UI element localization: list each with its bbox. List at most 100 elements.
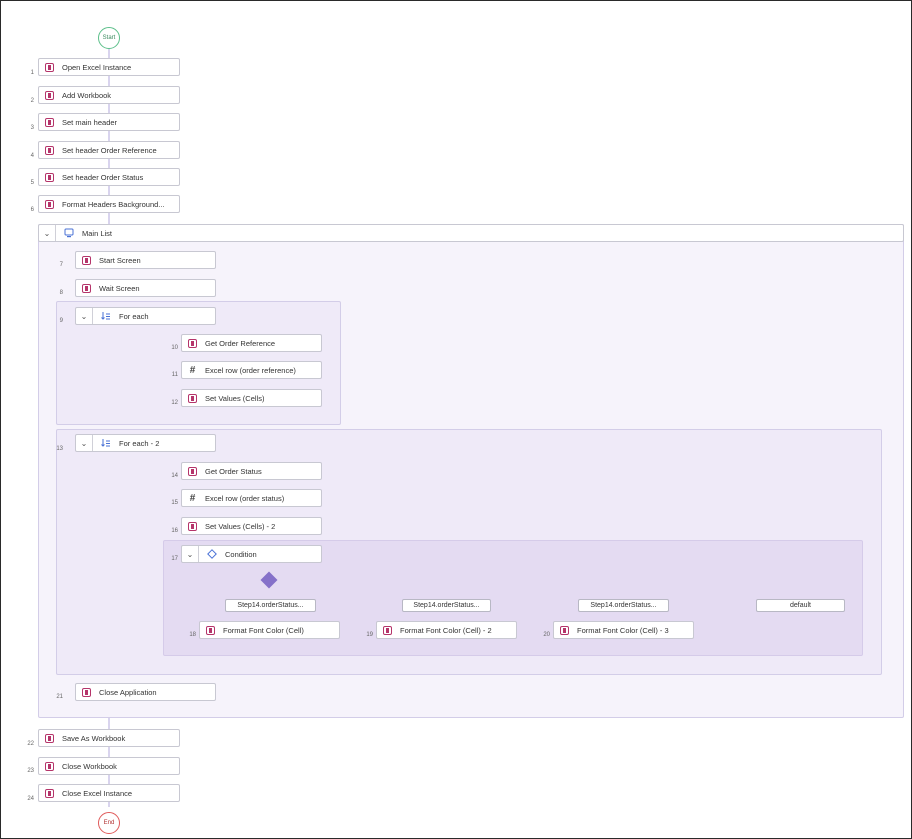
- step-save-as-workbook[interactable]: Save As Workbook: [38, 729, 180, 747]
- step-label: Get Order Status: [205, 466, 262, 476]
- step-number: 4: [30, 153, 34, 159]
- activity-icon: [560, 625, 569, 635]
- step-number: 16: [171, 528, 178, 534]
- step-number: 13: [56, 446, 63, 452]
- step-number: 14: [171, 473, 178, 479]
- step-number: 6: [30, 207, 34, 213]
- step-number: 21: [56, 694, 63, 700]
- step-set-values-cells-2[interactable]: Set Values (Cells) - 2: [181, 517, 322, 535]
- step-number: 10: [171, 345, 178, 351]
- step-start-screen[interactable]: Start Screen: [75, 251, 216, 269]
- step-excel-row-order-status[interactable]: # Excel row (order status): [181, 489, 322, 507]
- activity-icon: [45, 117, 54, 127]
- step-label: Set Values (Cells): [205, 393, 265, 403]
- step-close-workbook[interactable]: Close Workbook: [38, 757, 180, 775]
- group-label: Main List: [82, 228, 113, 238]
- step-label: Set main header: [62, 117, 118, 127]
- chevron-down-icon[interactable]: ⌄: [76, 308, 93, 324]
- activity-icon: [82, 687, 91, 697]
- step-number: 19: [366, 632, 373, 638]
- end-label: End: [103, 820, 115, 826]
- step-number: 18: [189, 632, 196, 638]
- main-list-header[interactable]: ⌄ Main List: [38, 224, 904, 242]
- step-format-font-color-cell[interactable]: Format Font Color (Cell): [199, 621, 340, 639]
- step-set-header-order-reference[interactable]: Set header Order Reference: [38, 141, 180, 159]
- step-label: Format Font Color (Cell): [223, 625, 304, 635]
- for-each-header[interactable]: ⌄ For each: [75, 307, 216, 325]
- step-number: 3: [30, 125, 34, 131]
- step-set-values-cells[interactable]: Set Values (Cells): [181, 389, 322, 407]
- hash-variable-icon: #: [189, 364, 196, 376]
- step-label: Set header Order Status: [62, 172, 144, 182]
- case-label: Step14.orderStatus...: [237, 602, 304, 609]
- activity-icon: [45, 761, 54, 771]
- step-set-main-header[interactable]: Set main header: [38, 113, 180, 131]
- step-label: Format Font Color (Cell) - 2: [400, 625, 492, 635]
- step-label: Excel row (order reference): [205, 365, 296, 375]
- step-label: Close Workbook: [62, 761, 117, 771]
- step-number: 8: [59, 290, 63, 296]
- step-wait-screen[interactable]: Wait Screen: [75, 279, 216, 297]
- step-close-excel-instance[interactable]: Close Excel Instance: [38, 784, 180, 802]
- step-open-excel-instance[interactable]: Open Excel Instance: [38, 58, 180, 76]
- step-number: 1: [30, 70, 34, 76]
- case-label: Step14.orderStatus...: [590, 602, 657, 609]
- for-each-icon: [101, 438, 111, 448]
- step-number: 2: [30, 98, 34, 104]
- activity-icon: [45, 62, 54, 72]
- condition-case-2[interactable]: Step14.orderStatus...: [402, 599, 491, 612]
- step-number: 20: [543, 632, 550, 638]
- condition-case-3[interactable]: Step14.orderStatus...: [578, 599, 669, 612]
- step-format-font-color-cell-2[interactable]: Format Font Color (Cell) - 2: [376, 621, 517, 639]
- step-label: Condition: [225, 549, 257, 559]
- start-label: Start: [102, 35, 116, 41]
- for-each-icon: [101, 311, 111, 321]
- case-label: default: [789, 602, 812, 609]
- activity-icon: [45, 733, 54, 743]
- step-excel-row-order-reference[interactable]: # Excel row (order reference): [181, 361, 322, 379]
- condition-case-1[interactable]: Step14.orderStatus...: [225, 599, 316, 612]
- condition-header[interactable]: ⌄ Condition: [181, 545, 322, 563]
- activity-icon: [45, 788, 54, 798]
- step-close-application[interactable]: Close Application: [75, 683, 216, 701]
- screen-list-icon: [64, 228, 74, 238]
- condition-case-default[interactable]: default: [756, 599, 845, 612]
- step-label: Close Excel Instance: [62, 788, 133, 798]
- step-label: Start Screen: [99, 255, 141, 265]
- chevron-down-icon[interactable]: ⌄: [39, 225, 56, 241]
- step-label: Format Headers Background...: [62, 199, 165, 209]
- step-get-order-reference[interactable]: Get Order Reference: [181, 334, 322, 352]
- step-format-headers-background[interactable]: Format Headers Background...: [38, 195, 180, 213]
- activity-icon: [82, 255, 91, 265]
- condition-diamond-icon: [207, 549, 217, 559]
- step-label: Set Values (Cells) - 2: [205, 521, 276, 531]
- step-label: Format Font Color (Cell) - 3: [577, 625, 669, 635]
- step-add-workbook[interactable]: Add Workbook: [38, 86, 180, 104]
- case-label: Step14.orderStatus...: [413, 602, 480, 609]
- step-label: Set header Order Reference: [62, 145, 157, 155]
- activity-icon: [45, 145, 54, 155]
- step-number: 15: [171, 500, 178, 506]
- for-each-2-header[interactable]: ⌄ For each - 2: [75, 434, 216, 452]
- activity-icon: [188, 338, 197, 348]
- activity-icon: [206, 625, 215, 635]
- step-number: 17: [171, 556, 178, 562]
- workflow-canvas[interactable]: Start 1 Open Excel Instance 2 Add Workbo…: [0, 0, 912, 839]
- end-node[interactable]: End: [98, 812, 120, 834]
- step-label: Close Application: [99, 687, 157, 697]
- chevron-down-icon[interactable]: ⌄: [76, 435, 93, 451]
- step-format-font-color-cell-3[interactable]: Format Font Color (Cell) - 3: [553, 621, 694, 639]
- step-label: Excel row (order status): [205, 493, 285, 503]
- start-node[interactable]: Start: [98, 27, 120, 49]
- step-number: 9: [59, 318, 63, 324]
- chevron-down-icon[interactable]: ⌄: [182, 546, 199, 562]
- step-number: 7: [59, 262, 63, 268]
- activity-icon: [383, 625, 392, 635]
- step-label: Save As Workbook: [62, 733, 126, 743]
- step-get-order-status[interactable]: Get Order Status: [181, 462, 322, 480]
- step-label: Wait Screen: [99, 283, 140, 293]
- step-label: Add Workbook: [62, 90, 112, 100]
- step-number: 24: [27, 796, 34, 802]
- step-set-header-order-status[interactable]: Set header Order Status: [38, 168, 180, 186]
- step-number: 5: [30, 180, 34, 186]
